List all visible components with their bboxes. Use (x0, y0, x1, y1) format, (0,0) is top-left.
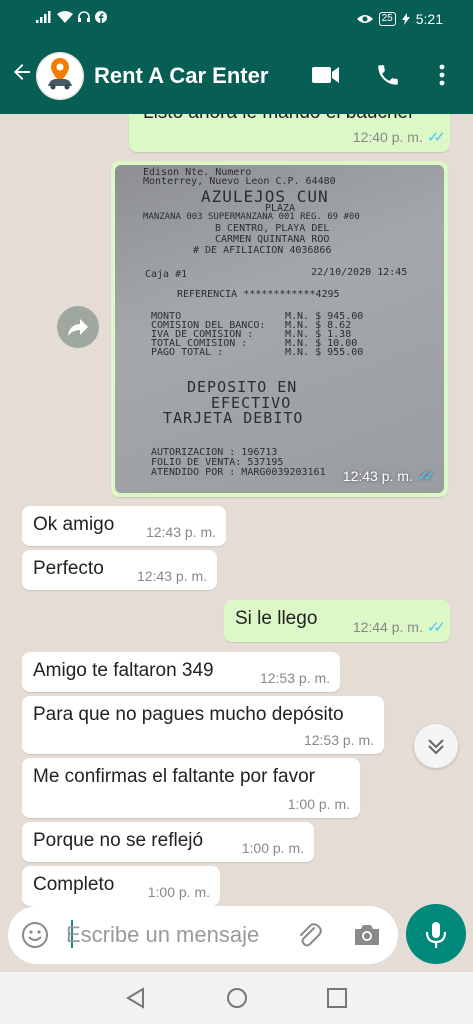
nav-back-icon[interactable] (124, 986, 146, 1015)
message-text: Listo ahora le mando el baucher (140, 114, 439, 124)
message-time: 12:53 p. m. (303, 732, 374, 748)
message-time: 12:43 p. m. (136, 568, 207, 584)
read-check-icon: ✓✓ (426, 129, 446, 146)
message-input[interactable]: Escribe un mensaje (66, 922, 259, 948)
message-text: Si le llego (235, 608, 318, 629)
message-time: 12:43 p. m. (145, 524, 216, 540)
car-logo-icon (36, 52, 84, 100)
message-time: 12:40 p. m. (352, 129, 423, 145)
emoji-icon[interactable] (20, 920, 50, 955)
contact-name[interactable]: Rent A Car Enter (94, 63, 268, 89)
message-composer: Escribe un mensaje (8, 906, 398, 964)
message-time: 12:44 p. m. (352, 619, 423, 635)
scroll-down-button[interactable] (414, 724, 458, 768)
read-check-icon: ✓✓ (426, 619, 446, 636)
system-navigation-bar (0, 972, 473, 1024)
double-chevron-down-icon (428, 739, 444, 755)
receipt-line: PAGO TOTAL : (151, 347, 224, 358)
receipt-line: # DE AFILIACION 4036866 (193, 245, 332, 256)
status-bar: 25 5:21 (0, 0, 473, 38)
message-text: Amigo te faltaron 349 (33, 660, 214, 681)
message-time: 1:00 p. m. (147, 884, 210, 900)
receipt-line: 22/10/2020 12:45 (311, 267, 408, 278)
read-check-icon: ✓✓ (416, 468, 436, 485)
chat-header: Rent A Car Enter (0, 38, 473, 114)
message-outgoing[interactable]: Listo ahora le mando el baucher 12:40 p.… (129, 114, 450, 152)
receipt-deposit: TARJETA DEBITO (163, 409, 304, 427)
forward-button[interactable] (57, 306, 99, 348)
camera-icon[interactable] (352, 921, 382, 954)
nav-home-icon[interactable] (225, 986, 249, 1015)
receipt-line: M.N. $ 955.00 (285, 347, 364, 358)
receipt-photo[interactable]: Edison Nte. Numero Monterrey, Nuevo Leon… (115, 165, 444, 493)
message-meta: 12:43 p. m. ✓✓ (342, 467, 436, 485)
message-meta: 12:40 p. m. ✓✓ (352, 128, 446, 146)
message-incoming[interactable]: Me confirmas el faltante por favor 1:00 … (22, 758, 360, 818)
facebook-icon (95, 11, 107, 23)
message-time: 12:53 p. m. (259, 670, 330, 686)
message-incoming[interactable]: Perfecto 12:43 p. m. (22, 550, 217, 590)
message-incoming[interactable]: Ok amigo 12:43 p. m. (22, 506, 226, 546)
message-text: Para que no pagues mucho depósito (33, 704, 344, 725)
receipt-line: CARMEN QUINTANA ROO (215, 234, 330, 245)
voice-record-button[interactable] (406, 904, 466, 964)
message-list[interactable]: Listo ahora le mando el baucher 12:40 p.… (0, 114, 473, 910)
wifi-icon (57, 11, 73, 23)
eye-icon (356, 15, 373, 23)
message-incoming[interactable]: Amigo te faltaron 349 12:53 p. m. (22, 652, 340, 692)
message-incoming[interactable]: Para que no pagues mucho depósito 12:53 … (22, 696, 384, 754)
charging-icon (401, 13, 410, 25)
message-incoming[interactable]: Completo 1:00 p. m. (22, 866, 220, 906)
microphone-icon (425, 922, 447, 948)
receipt-line: REFERENCIA ************4295 (177, 289, 340, 300)
receipt-line: Monterrey, Nuevo Leon C.P. 64480 (143, 176, 336, 187)
status-icons-left (36, 11, 107, 23)
more-options-icon[interactable] (437, 62, 447, 93)
message-text: Ok amigo (33, 514, 115, 535)
receipt-line: B CENTRO, PLAYA DEL (215, 223, 330, 234)
receipt-line: MANZANA 003 SUPERMANZANA 001 REG. 69 #00 (143, 212, 360, 222)
headset-icon (78, 11, 90, 22)
message-text: Perfecto (33, 558, 104, 579)
status-icons-right: 25 5:21 (356, 11, 443, 27)
battery-indicator: 25 (378, 12, 396, 26)
signal-icon (36, 11, 51, 23)
image-message[interactable]: Edison Nte. Numero Monterrey, Nuevo Leon… (111, 161, 448, 497)
message-time: 1:00 p. m. (287, 796, 350, 812)
message-text: Porque no se reflejó (33, 830, 204, 851)
message-incoming[interactable]: Porque no se reflejó 1:00 p. m. (22, 822, 314, 862)
attach-icon[interactable] (294, 920, 324, 955)
message-time: 12:43 p. m. (342, 468, 413, 484)
clock: 5:21 (415, 11, 443, 27)
message-outgoing[interactable]: Si le llego 12:44 p. m. ✓✓ (224, 600, 450, 642)
nav-recents-icon[interactable] (326, 987, 348, 1014)
message-time: 1:00 p. m. (241, 840, 304, 856)
forward-icon (68, 319, 88, 336)
contact-avatar[interactable] (36, 52, 84, 100)
message-meta: 12:44 p. m. ✓✓ (352, 618, 446, 636)
message-text: Completo (33, 874, 115, 895)
receipt-line: ATENDIDO POR : MARG0039203161 (151, 467, 326, 478)
voice-call-icon[interactable] (375, 62, 401, 93)
receipt-line: Caja #1 (145, 269, 188, 280)
video-call-icon[interactable] (311, 62, 341, 93)
message-text: Me confirmas el faltante por favor (33, 766, 315, 787)
back-arrow-icon[interactable] (10, 60, 34, 89)
